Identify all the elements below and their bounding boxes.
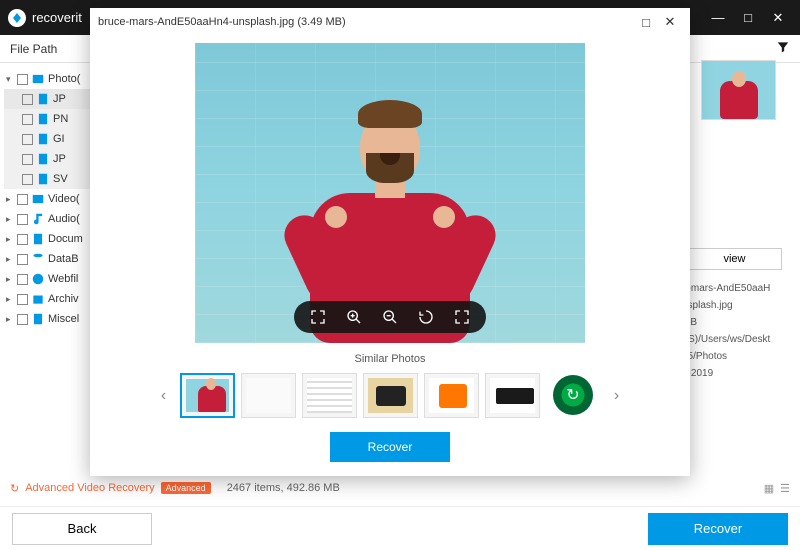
misc-icon [31, 312, 45, 326]
back-button[interactable]: Back [12, 513, 152, 545]
chevron-right-icon: ▸ [6, 194, 14, 205]
dialog-recover-button[interactable]: Recover [330, 432, 450, 462]
thumbnail[interactable] [363, 373, 418, 418]
checkbox[interactable] [22, 114, 33, 125]
video-icon [31, 192, 45, 206]
bottom-bar: Back Recover [0, 506, 800, 550]
file-icon [36, 92, 50, 106]
file-details: e-mars-AndE50aaH nsplash.jpg MB FS)/User… [682, 280, 792, 382]
file-icon [36, 132, 50, 146]
zoom-out-icon[interactable] [380, 307, 400, 327]
checkbox[interactable] [17, 294, 28, 305]
chevron-right-icon: ▸ [6, 314, 14, 325]
scan-stats: 2467 items, 492.86 MB [227, 482, 340, 494]
thumbnail[interactable] [241, 373, 296, 418]
window-controls: — □ ✕ [704, 4, 792, 32]
checkbox[interactable] [17, 74, 28, 85]
image-icon [31, 72, 45, 86]
prev-arrow-icon[interactable]: ‹ [154, 376, 174, 416]
checkbox[interactable] [17, 234, 28, 245]
file-icon [36, 172, 50, 186]
advanced-recovery-row: ↻ Advanced Video Recovery Advanced 2467 … [10, 472, 790, 504]
audio-icon [31, 212, 45, 226]
chevron-right-icon: ▸ [6, 254, 14, 265]
checkbox[interactable] [22, 94, 33, 105]
database-icon [31, 252, 45, 266]
logo-icon [8, 9, 26, 27]
checkbox[interactable] [17, 214, 28, 225]
detail-name: e-mars-AndE50aaH nsplash.jpg [682, 280, 792, 314]
file-icon [36, 112, 50, 126]
detail-size: MB [682, 314, 792, 331]
detail-date: 3-2019 [682, 365, 792, 382]
chevron-right-icon: ▸ [6, 294, 14, 305]
preview-area [90, 36, 690, 349]
preview-dialog: bruce-mars-AndE50aaHn4-unsplash.jpg (3.4… [90, 8, 690, 476]
app-name: recoverit [32, 10, 82, 25]
checkbox[interactable] [17, 254, 28, 265]
recover-button[interactable]: Recover [648, 513, 788, 545]
chevron-down-icon: ▾ [6, 74, 14, 85]
dialog-close-button[interactable]: ✕ [658, 10, 682, 34]
file-icon [36, 152, 50, 166]
advanced-video-recovery-link[interactable]: Advanced Video Recovery [25, 482, 154, 494]
view-button[interactable]: view [687, 248, 782, 270]
dialog-header: bruce-mars-AndE50aaHn4-unsplash.jpg (3.4… [90, 8, 690, 36]
rotate-icon[interactable] [416, 307, 436, 327]
document-icon [31, 232, 45, 246]
advanced-badge: Advanced [161, 482, 211, 494]
next-arrow-icon[interactable]: › [607, 376, 627, 416]
refresh-icon: ↻ [10, 482, 19, 495]
chevron-right-icon: ▸ [6, 274, 14, 285]
maximize-button[interactable]: □ [734, 4, 762, 32]
checkbox[interactable] [17, 274, 28, 285]
view-mode-icons: ▦ ☰ [764, 482, 790, 495]
zoom-in-icon[interactable] [344, 307, 364, 327]
web-icon [31, 272, 45, 286]
thumbnail-preview [701, 60, 776, 120]
dialog-maximize-button[interactable]: □ [634, 10, 658, 34]
app-logo: recoverit [8, 9, 82, 27]
dialog-footer: Recover [90, 422, 690, 476]
image-toolbar [294, 301, 486, 333]
detail-path: FS)/Users/ws/Deskt 85/Photos [682, 331, 792, 365]
grid-view-icon[interactable]: ▦ [764, 482, 774, 495]
thumbnail[interactable] [302, 373, 357, 418]
thumbnails-row: ‹ ↻ › [90, 369, 690, 422]
checkbox[interactable] [22, 174, 33, 185]
checkbox[interactable] [22, 154, 33, 165]
list-view-icon[interactable]: ☰ [780, 482, 790, 495]
chevron-right-icon: ▸ [6, 234, 14, 245]
minimize-button[interactable]: — [704, 4, 732, 32]
checkbox[interactable] [22, 134, 33, 145]
dialog-title: bruce-mars-AndE50aaHn4-unsplash.jpg (3.4… [98, 16, 634, 28]
thumbnail[interactable] [485, 373, 540, 418]
filepath-label: File Path [10, 42, 57, 56]
checkbox[interactable] [17, 314, 28, 325]
filter-icon[interactable] [776, 40, 790, 57]
thumbnail[interactable]: ↻ [546, 373, 601, 418]
similar-photos-label: Similar Photos [90, 349, 690, 369]
thumbnail[interactable] [424, 373, 479, 418]
close-button[interactable]: ✕ [764, 4, 792, 32]
fit-screen-icon[interactable] [308, 307, 328, 327]
fullscreen-icon[interactable] [452, 307, 472, 327]
preview-image [195, 43, 585, 343]
thumbnail[interactable] [180, 373, 235, 418]
chevron-right-icon: ▸ [6, 214, 14, 225]
archive-icon [31, 292, 45, 306]
checkbox[interactable] [17, 194, 28, 205]
